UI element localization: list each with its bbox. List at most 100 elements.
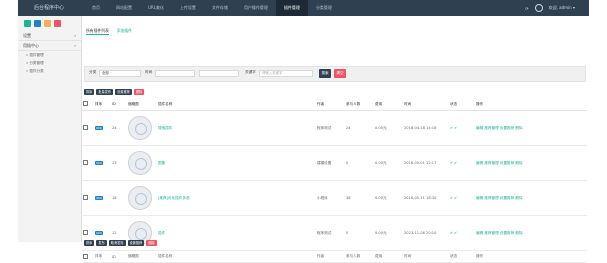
row-date: 2018-05-01 12:17 — [403, 145, 449, 181]
row-ops-links[interactable]: 编辑 推荐管理 设置推荐 删除 — [475, 215, 587, 251]
col-sort: 排序 — [94, 98, 111, 111]
row-title-link[interactable]: [推荐]优化插件多选 — [157, 180, 304, 216]
table-row: 900 18 [推荐]优化插件多选 小程序 38 0.00元 2018-05-1… — [82, 180, 587, 216]
table-row: 900 12 插件 程序测试 0 0.00元 2023-11-06 20:10 … — [82, 215, 587, 251]
quick-button-4[interactable] — [54, 20, 61, 27]
select-all-checkbox-bottom[interactable] — [83, 253, 88, 259]
nav-item-home[interactable]: 首页 — [84, 0, 108, 16]
sidebar-subitem-plugins[interactable]: » 插件管理 — [18, 51, 81, 59]
sidebar-subitem-plugin-categories[interactable]: » 插件分类 — [18, 67, 81, 75]
row-price: 0.00元 — [374, 110, 403, 146]
sort-badge[interactable]: 900 — [95, 126, 103, 130]
sort-badge[interactable]: 900 — [95, 161, 103, 165]
col-id-footer: ID — [111, 250, 127, 263]
tab-plugin-list[interactable]: 所有插件列表 — [86, 28, 109, 35]
tab-add-plugin[interactable]: 添加插件 — [117, 28, 132, 35]
col-sort-footer: 排序 — [94, 250, 111, 263]
col-time: 时间 — [403, 98, 449, 111]
top-actions: 排序 批量发布 设置推荐 删除 — [84, 89, 145, 95]
sort-button[interactable]: 排序 — [84, 89, 95, 95]
bottom-sort-button[interactable]: 排序 — [84, 240, 95, 246]
row-checkbox[interactable] — [83, 230, 88, 235]
plugin-table: 排序 ID 缩略图 插件名称 作者 参与人数 费用 时间 状态 操作 900 2… — [82, 98, 587, 263]
quick-button-2[interactable] — [34, 20, 41, 27]
quick-button-1[interactable] — [24, 20, 31, 27]
bottom-actions: 排序 发布 取消发布 设置推荐 删除 — [84, 240, 157, 246]
row-price: 0.00元 — [374, 145, 403, 181]
col-ops-footer: 操作 — [475, 250, 587, 263]
sort-badge[interactable]: 900 — [95, 231, 103, 235]
thumbnail — [128, 115, 152, 140]
time-start-input[interactable] — [155, 70, 195, 77]
row-title-link[interactable]: 搜索插件 — [157, 110, 304, 146]
col-thumb: 缩略图 — [127, 98, 157, 111]
sidebar-subitem-categories[interactable]: » 分类管理 — [18, 59, 81, 67]
batch-publish-button[interactable]: 批量发布 — [96, 89, 114, 95]
nav-item-plugins[interactable]: 插件管理 — [275, 0, 308, 16]
row-count: 0 — [345, 215, 374, 251]
status-check-icon[interactable]: ✔ ✔ — [449, 145, 475, 181]
status-check-icon[interactable]: ✔ ✔ — [449, 110, 475, 146]
bottom-delete-button[interactable]: 删除 — [146, 240, 157, 246]
col-title-footer: 插件名称 — [157, 250, 304, 263]
status-check-icon[interactable]: ✔ ✔ — [449, 215, 475, 251]
row-author: 程序测试 — [316, 110, 345, 146]
row-id: 18 — [111, 180, 127, 216]
table-row: 900 24 搜索插件 程序测试 24 0.00元 2018-04-18 14:… — [82, 110, 587, 146]
row-ops-links[interactable]: 编辑 推荐管理 设置推荐 删除 — [475, 110, 587, 146]
user-menu[interactable]: 欢迎, admin ▾ — [549, 5, 575, 11]
nav-item-storage[interactable]: 文件存储 — [204, 0, 236, 16]
row-checkbox[interactable] — [83, 160, 88, 165]
sort-badge[interactable]: 900 — [95, 196, 103, 200]
bottom-publish-button[interactable]: 发布 — [96, 240, 107, 246]
row-count: 24 — [345, 110, 374, 146]
set-recommend-button[interactable]: 设置推荐 — [115, 89, 132, 95]
time-end-input[interactable] — [199, 70, 239, 77]
row-date: 2023-11-06 20:10 — [403, 215, 449, 251]
nav-item-site-config[interactable]: 网站配置 — [108, 0, 140, 16]
keyword-label: 关键字 — [245, 70, 256, 74]
chevron-right-icon: › — [74, 33, 76, 38]
row-title-link[interactable]: 插件 — [157, 215, 304, 251]
search-button[interactable]: 搜索 — [319, 69, 331, 78]
nav-item-user-ops[interactable]: 用户操作管理 — [236, 0, 276, 16]
col-count: 参与人数 — [345, 98, 374, 111]
row-count: 0 — [345, 145, 374, 181]
nav-item-upload[interactable]: 上传设置 — [172, 0, 204, 16]
clear-button[interactable]: 清空 — [334, 69, 346, 78]
thumbnail — [128, 150, 152, 175]
category-select[interactable]: 全部 — [99, 70, 141, 77]
bottom-recommend-button[interactable]: 设置推荐 — [127, 240, 145, 246]
nav-item-url[interactable]: URL美化 — [140, 0, 172, 16]
delete-button[interactable]: 删除 — [133, 89, 145, 95]
search-input[interactable]: 请输入关键字 — [259, 70, 313, 77]
col-blank — [304, 98, 316, 111]
brand-logo[interactable]: 后台程序中心 — [18, 0, 80, 16]
row-checkbox[interactable] — [83, 125, 88, 130]
refresh-icon[interactable]: ⟳ — [525, 6, 528, 11]
nav-item-categories[interactable]: 分类管理 — [308, 0, 340, 16]
row-checkbox[interactable] — [83, 195, 88, 200]
row-author: 建模设置 — [316, 145, 345, 181]
row-price: 0.00元 — [374, 215, 403, 251]
bottom-unpublish-button[interactable]: 取消发布 — [108, 240, 126, 246]
sidebar-item-label: 设置 — [23, 33, 31, 38]
avatar[interactable] — [534, 4, 543, 12]
sidebar-item-plugin-center[interactable]: 用插中心 › — [18, 41, 81, 51]
row-id: 23 — [111, 145, 127, 181]
table-footer-row: 排序 ID 缩略图 插件名称 作者 参与人数 费用 时间 状态 操作 — [82, 250, 587, 263]
quick-button-3[interactable] — [44, 20, 51, 27]
select-all-checkbox[interactable] — [83, 101, 88, 106]
sidebar-item-settings[interactable]: 设置 › — [18, 31, 81, 41]
row-title-link[interactable]: 图集 — [157, 145, 304, 181]
row-id: 24 — [111, 110, 127, 146]
col-ops: 操作 — [475, 98, 587, 111]
sidebar: 设置 › 用插中心 › » 插件管理 » 分类管理 » 插件分类 — [18, 16, 82, 242]
filter-bar: 分类 全部 时间 关键字 请输入关键字 搜索 清空 — [84, 66, 586, 82]
col-status: 状态 — [449, 98, 475, 111]
row-ops-links[interactable]: 编辑 推荐管理 设置推荐 删除 — [475, 145, 587, 181]
col-count-footer: 参与人数 — [345, 250, 374, 263]
tabs: 所有插件列表 添加插件 — [86, 28, 132, 35]
status-check-icon[interactable]: ✔ ✔ — [449, 180, 475, 216]
row-ops-links[interactable]: 编辑 推荐管理 设置推荐 删除 — [475, 180, 587, 216]
